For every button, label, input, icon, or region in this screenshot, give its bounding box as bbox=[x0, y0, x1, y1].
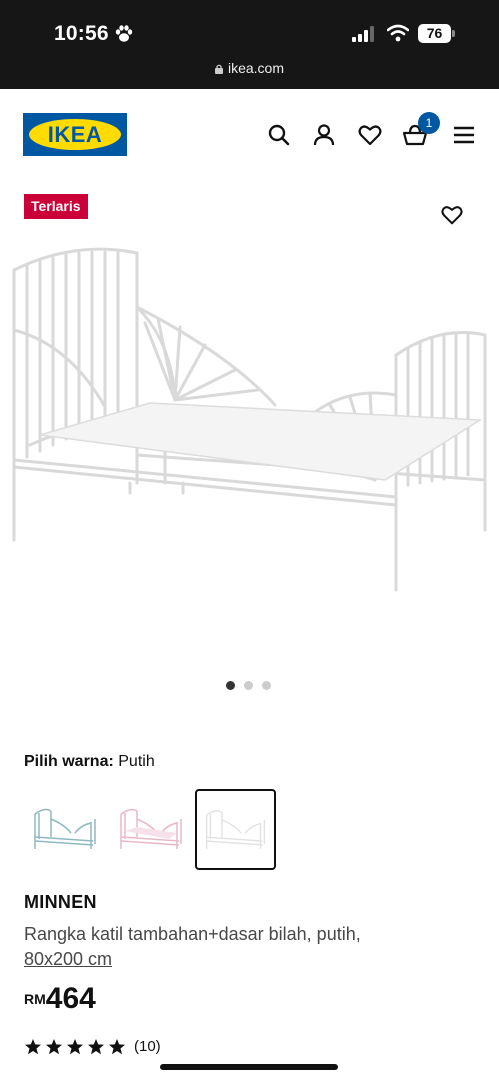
signal-icon bbox=[352, 26, 374, 42]
bestseller-badge: Terlaris bbox=[24, 194, 88, 219]
status-time: 10:56 bbox=[54, 22, 109, 45]
logo-text: IKEA bbox=[47, 122, 103, 147]
menu-icon[interactable] bbox=[451, 122, 477, 148]
price-currency: RM bbox=[24, 991, 46, 1007]
battery-icon: 76 bbox=[418, 24, 455, 43]
product-size-link[interactable]: 80x200 cm bbox=[24, 949, 112, 970]
color-label-key: Pilih warna: bbox=[24, 753, 114, 770]
product-image[interactable] bbox=[0, 235, 499, 610]
color-selection-label: Pilih warna: Putih bbox=[24, 753, 155, 771]
battery-level: 76 bbox=[418, 24, 451, 43]
gallery-dot[interactable] bbox=[226, 681, 235, 690]
star-icon bbox=[109, 1039, 125, 1055]
star-icon bbox=[88, 1039, 104, 1055]
url-bar[interactable]: ikea.com bbox=[0, 60, 499, 76]
lock-icon bbox=[214, 64, 223, 74]
product-name: MINNEN bbox=[24, 892, 97, 912]
user-icon[interactable] bbox=[311, 122, 337, 148]
product-price: RM464 bbox=[24, 982, 96, 1016]
product-description: Rangka katil tambahan+dasar bilah, putih… bbox=[24, 924, 361, 944]
search-icon[interactable] bbox=[266, 122, 292, 148]
favourite-heart-icon[interactable] bbox=[440, 203, 464, 227]
price-value: 464 bbox=[45, 982, 96, 1015]
paw-icon bbox=[115, 25, 133, 42]
gallery-dot[interactable] bbox=[262, 681, 271, 690]
ikea-logo[interactable]: IKEA bbox=[23, 113, 127, 156]
color-swatch-pink[interactable] bbox=[111, 789, 191, 869]
status-bar: 10:56 76 ikea.com bbox=[0, 0, 499, 89]
wifi-icon bbox=[387, 24, 409, 42]
review-count[interactable]: (10) bbox=[134, 1038, 161, 1055]
color-swatch-blue[interactable] bbox=[25, 789, 105, 869]
star-icon bbox=[46, 1039, 62, 1055]
gallery-dot[interactable] bbox=[244, 681, 253, 690]
color-swatch-white[interactable] bbox=[195, 789, 276, 870]
cart-count-badge: 1 bbox=[418, 112, 440, 134]
url-text: ikea.com bbox=[227, 60, 285, 76]
heart-icon[interactable] bbox=[357, 122, 383, 148]
star-icon bbox=[25, 1039, 41, 1055]
star-icon bbox=[67, 1039, 83, 1055]
color-label-value: Putih bbox=[118, 753, 155, 770]
rating-stars[interactable] bbox=[24, 1038, 126, 1056]
home-indicator[interactable] bbox=[160, 1064, 338, 1070]
